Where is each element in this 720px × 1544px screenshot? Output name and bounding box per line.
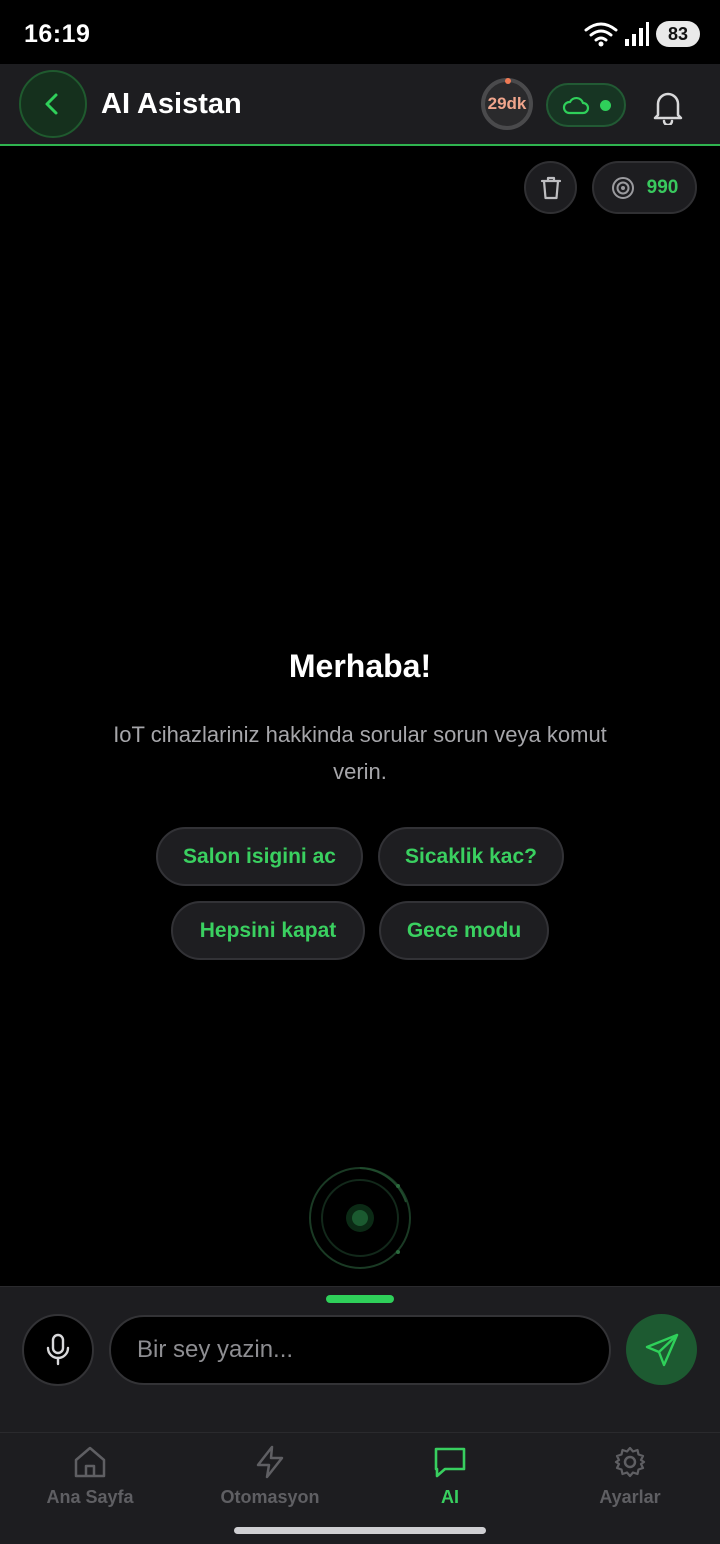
notifications-button[interactable]: [646, 84, 690, 128]
bottom-navigation: Ana Sayfa Otomasyon AI Ayarlar: [0, 1432, 720, 1544]
chat-input-area: [0, 1286, 720, 1432]
coin-icon: [611, 176, 634, 199]
voice-input-button[interactable]: [22, 1314, 94, 1386]
timer-progress-dot: [505, 78, 511, 84]
cloud-icon: [562, 96, 589, 115]
home-icon: [74, 1446, 106, 1478]
nav-item-settings[interactable]: Ayarlar: [550, 1445, 710, 1513]
credit-value: 990: [646, 176, 679, 198]
gear-icon: [614, 1446, 646, 1478]
page-title: AI Asistan: [101, 88, 242, 120]
lightning-icon: [256, 1445, 284, 1479]
nav-label-settings: Ayarlar: [599, 1487, 661, 1507]
bell-icon: [653, 92, 683, 125]
welcome-description: IoT cihazlariniz hakkinda sorular sorun …: [113, 722, 607, 784]
connection-status-dot: [599, 99, 611, 111]
status-bar: 16:19 83: [0, 0, 720, 64]
suggestion-chip-turn-off-all[interactable]: Hepsini kapat: [171, 901, 365, 960]
suggestion-chip-temperature[interactable]: Sicaklik kac?: [378, 827, 564, 886]
nav-label-home: Ana Sayfa: [46, 1487, 134, 1507]
nav-label-ai: AI: [441, 1487, 459, 1507]
cloud-status-toggle[interactable]: [546, 83, 626, 127]
chat-bubble-icon: [434, 1447, 466, 1478]
home-indicator[interactable]: [234, 1527, 486, 1534]
timer-badge[interactable]: 29dk: [481, 78, 533, 130]
microphone-icon: [46, 1333, 70, 1366]
nav-item-home[interactable]: Ana Sayfa: [10, 1445, 170, 1513]
send-icon: [645, 1333, 678, 1366]
clear-chat-button[interactable]: [524, 161, 577, 214]
wifi-icon: [584, 22, 618, 47]
signal-icon: [625, 22, 649, 46]
status-icons: 83: [584, 20, 700, 48]
nav-item-automation[interactable]: Otomasyon: [190, 1445, 350, 1513]
status-time: 16:19: [24, 20, 91, 48]
suggestion-chip-salon-light[interactable]: Salon isigini ac: [156, 827, 363, 886]
drag-handle[interactable]: [326, 1295, 394, 1303]
credit-balance[interactable]: 990: [592, 161, 697, 214]
suggestion-chip-night-mode[interactable]: Gece modu: [379, 901, 549, 960]
ai-orb-indicator: [309, 1167, 411, 1269]
back-button[interactable]: [19, 70, 87, 138]
nav-item-ai[interactable]: AI: [370, 1445, 530, 1513]
app-header: AI Asistan 29dk: [0, 64, 720, 146]
battery-indicator: 83: [656, 21, 700, 47]
nav-label-automation: Otomasyon: [220, 1487, 320, 1507]
welcome-title: Merhaba!: [288, 648, 432, 684]
trash-icon: [540, 176, 561, 199]
chevron-left-icon: [45, 93, 58, 115]
message-input[interactable]: [109, 1315, 611, 1385]
send-button[interactable]: [626, 1314, 697, 1385]
